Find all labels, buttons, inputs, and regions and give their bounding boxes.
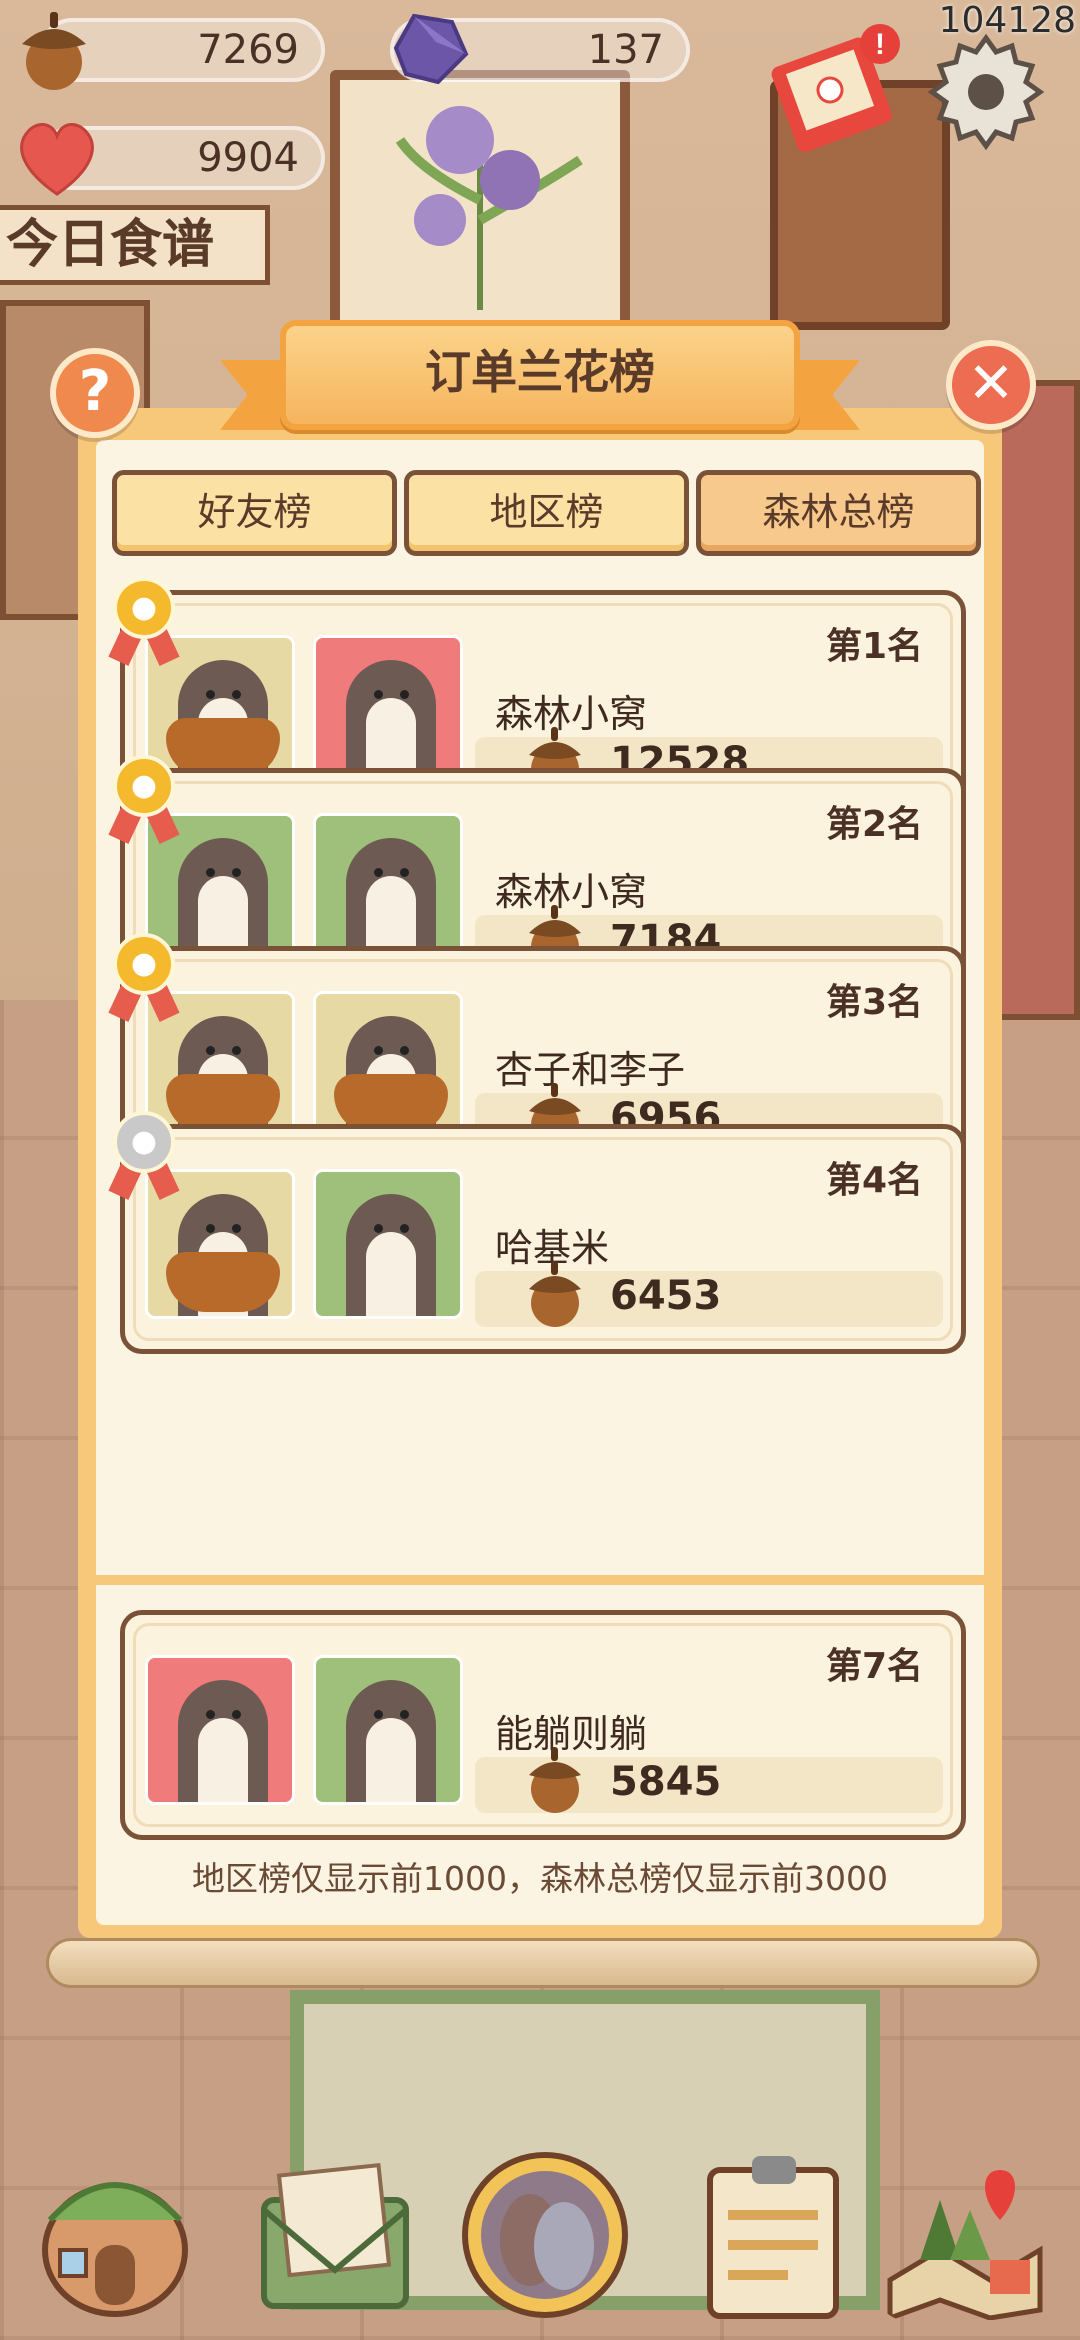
close-icon: ✕ — [967, 351, 1015, 416]
otter-eye — [400, 868, 409, 877]
otter-eye — [206, 690, 215, 699]
self-ranking-entry[interactable]: 第7名 能躺则躺 5845 — [120, 1610, 966, 1840]
tab-region[interactable]: 地区榜 — [404, 470, 689, 556]
envelope-icon[interactable]: ! — [760, 20, 910, 160]
otter-eye — [206, 1224, 215, 1233]
svg-text:!: ! — [875, 28, 885, 61]
gear-icon[interactable] — [924, 30, 1048, 154]
background-window — [330, 70, 630, 330]
rank-label: 第2名 — [825, 804, 923, 845]
help-icon: ? — [78, 359, 112, 424]
otter-eye — [206, 868, 215, 877]
paw-medal-icon: ● — [107, 578, 181, 667]
gem-icon — [393, 13, 469, 85]
map-icon[interactable] — [880, 2150, 1050, 2320]
rank-label: 第7名 — [825, 1646, 923, 1687]
otter-capelet — [166, 1252, 280, 1312]
score-value: 5845 — [610, 1759, 722, 1805]
otter-eye — [206, 1710, 215, 1719]
otter-eye — [206, 1046, 215, 1055]
otter-belly — [366, 1232, 416, 1316]
clipboard-icon[interactable] — [690, 2150, 860, 2320]
otter-eye — [232, 690, 241, 699]
avatar — [313, 1169, 463, 1319]
dialog-title: 订单兰花榜 — [425, 345, 655, 399]
mail-icon[interactable] — [250, 2150, 420, 2320]
help-button[interactable]: ? — [50, 348, 140, 438]
otter-eye — [374, 1046, 383, 1055]
footer-note: 地区榜仅显示前1000，森林总榜仅显示前3000 — [192, 1859, 888, 1898]
otter-belly — [366, 1718, 416, 1802]
paw-medal-icon: ● — [107, 1111, 181, 1201]
tab-friends[interactable]: 好友榜 — [112, 470, 397, 556]
otter-eye — [232, 1224, 241, 1233]
acorn-icon — [22, 12, 86, 90]
otter-eye — [400, 1224, 409, 1233]
otter-eye — [374, 1710, 383, 1719]
otter-eye — [374, 690, 383, 699]
medal-disc: ● — [113, 755, 175, 817]
score-value: 6453 — [610, 1273, 722, 1319]
otter-eye — [400, 1046, 409, 1055]
otter-belly — [198, 1718, 248, 1802]
ranking-entry[interactable]: 第4名 哈基米 6453 ● — [108, 1111, 966, 1354]
otter-eye — [232, 1046, 241, 1055]
medal-disc: ● — [113, 1111, 175, 1173]
otter-button-icon[interactable] — [460, 2150, 630, 2320]
otter-eye — [232, 1710, 241, 1719]
tab-forest-total[interactable]: 森林总榜 — [696, 470, 981, 556]
otter-eye — [400, 1710, 409, 1719]
close-button[interactable]: ✕ — [946, 340, 1036, 430]
otter-eye — [232, 868, 241, 877]
avatar — [313, 813, 463, 963]
otter-eye — [374, 868, 383, 877]
otter-eye — [374, 1224, 383, 1233]
heart-icon — [20, 123, 94, 196]
acorn-icon — [529, 1747, 581, 1813]
avatar — [313, 635, 463, 785]
list-divider — [96, 1575, 984, 1585]
avatar — [313, 1655, 463, 1805]
rank-label: 第3名 — [825, 982, 923, 1023]
rank-label: 第1名 — [825, 626, 923, 667]
avatar — [145, 1655, 295, 1805]
recipe-sign: 今日食谱 — [0, 205, 270, 285]
paw-medal-icon: ● — [107, 933, 181, 1023]
otter-eye — [400, 690, 409, 699]
medal-disc: ● — [113, 933, 175, 995]
paw-medal-icon: ● — [107, 755, 181, 845]
medal-disc: ● — [113, 578, 175, 639]
rank-label: 第4名 — [825, 1160, 923, 1201]
ranking-list[interactable]: 第1名 森林小窝 12528 ● 第2名 森林小窝 7184 ● 第3名 杏子和… — [96, 578, 984, 1573]
scroll-rod-bottom — [46, 1938, 1040, 1988]
house-icon[interactable] — [30, 2150, 200, 2320]
acorn-icon — [529, 1261, 581, 1327]
avatar — [313, 991, 463, 1141]
